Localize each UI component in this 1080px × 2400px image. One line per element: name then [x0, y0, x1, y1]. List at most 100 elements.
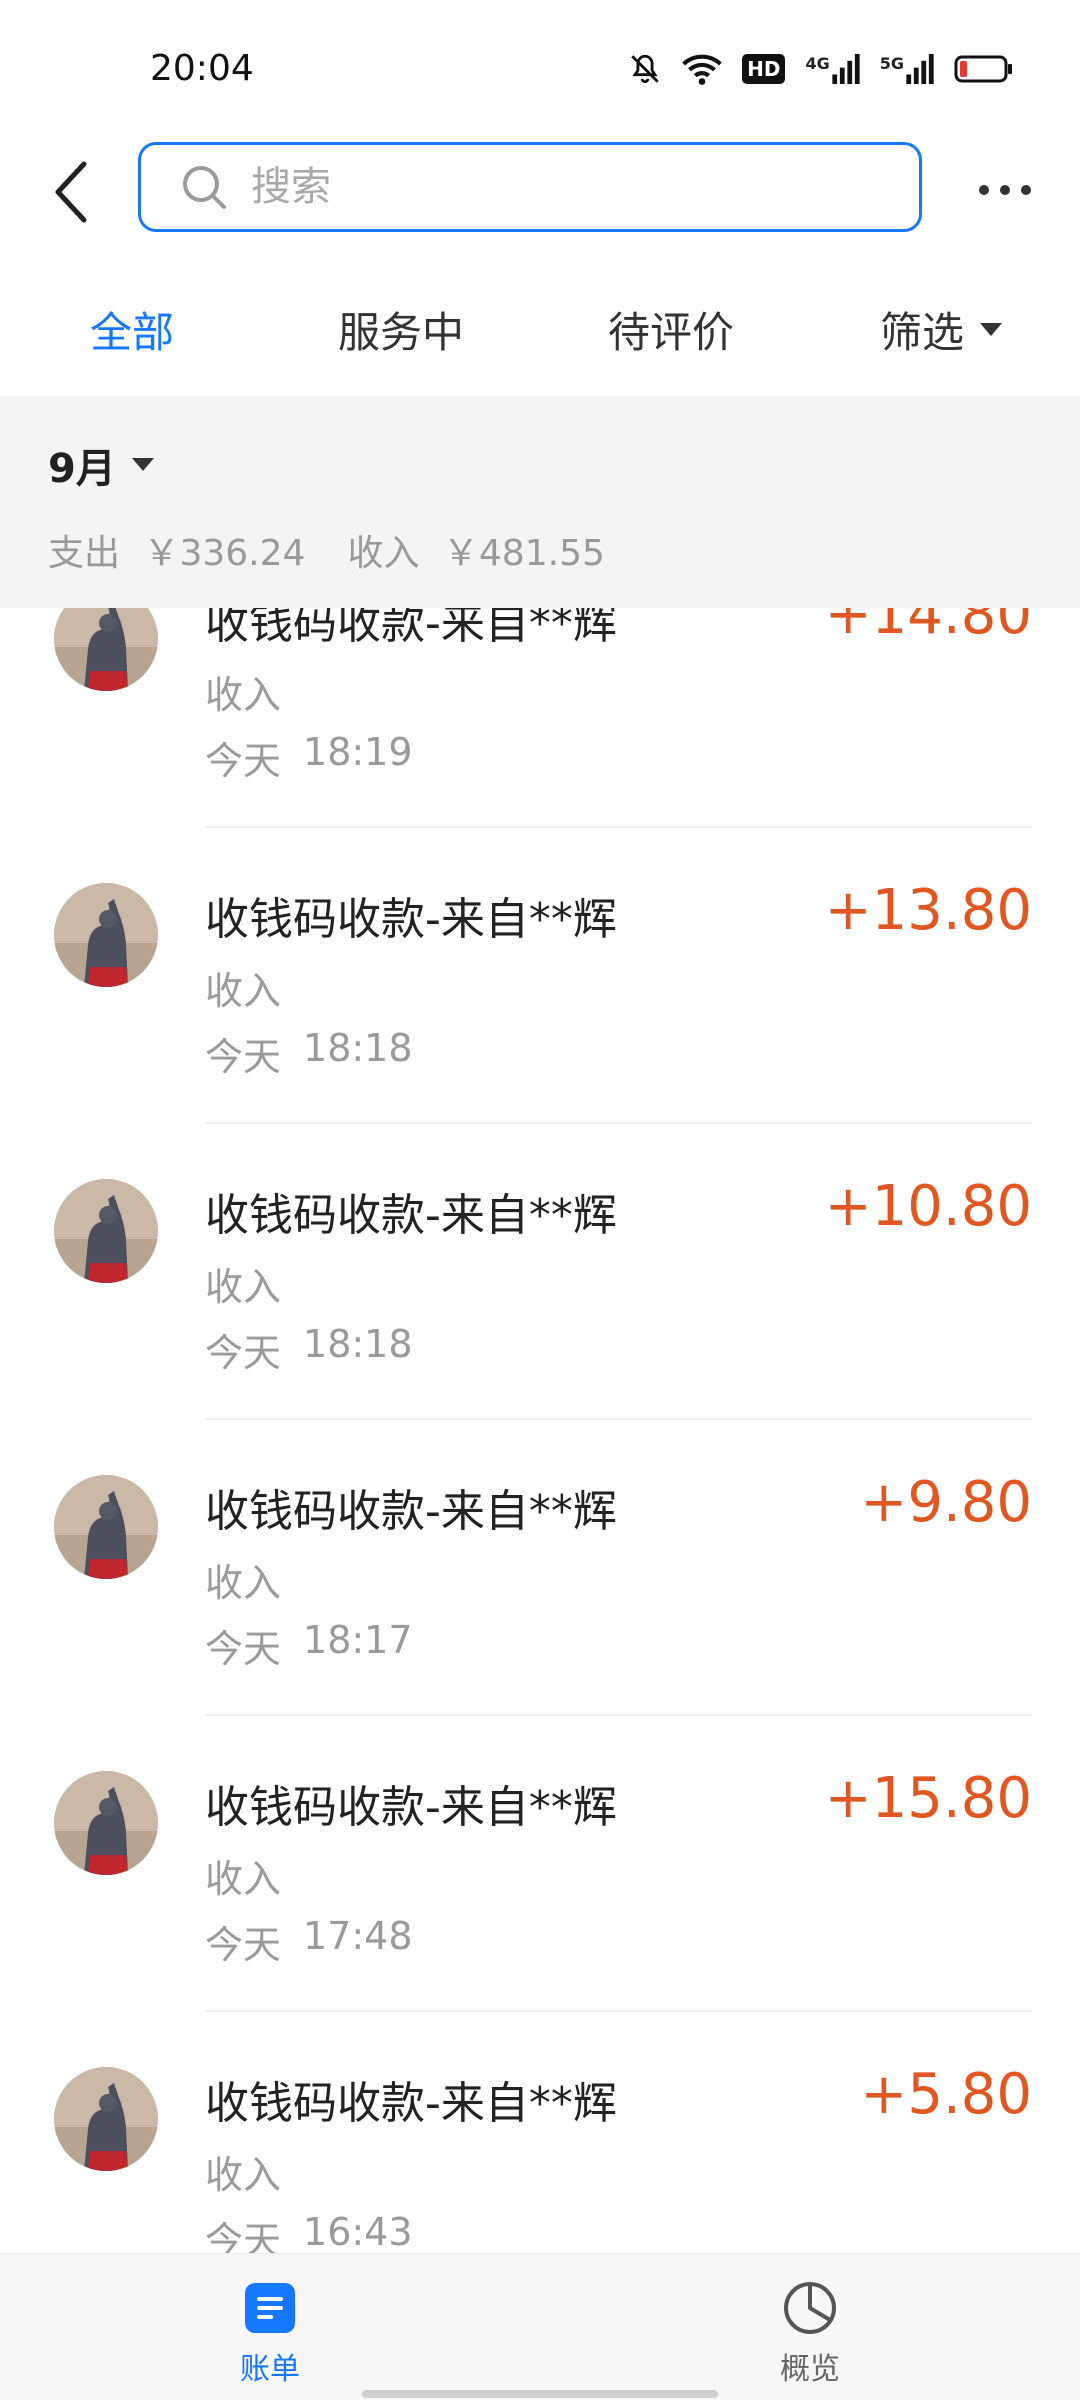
- bill-list-screen: 20:04 HD 4G 5G 搜索 全部 服务中 待评价 筛选 9月 支出 ￥3…: [0, 0, 1080, 2400]
- transaction-amount: +13.80: [824, 878, 1032, 943]
- hd-label: HD: [747, 57, 781, 81]
- back-button[interactable]: [40, 152, 100, 232]
- transaction-title: 收钱码收款-来自**辉: [205, 1486, 617, 1537]
- nav-overview[interactable]: 概览: [740, 2280, 880, 2388]
- transaction-row[interactable]: 收钱码收款-来自**辉收入今天 17:48 +15.80: [0, 1716, 1080, 2012]
- transaction-time: 今天 16:43: [205, 2210, 413, 2253]
- nav-bill[interactable]: 账单: [200, 2280, 340, 2388]
- transaction-row[interactable]: 收钱码收款-来自**辉收入今天 18:18 +13.80: [0, 828, 1080, 1124]
- more-dots-icon: [979, 185, 1031, 195]
- transaction-title: 收钱码收款-来自**辉: [205, 894, 617, 945]
- avatar-image: [54, 883, 158, 987]
- transaction-day: 今天: [205, 2219, 282, 2253]
- bill-icon: [245, 2283, 295, 2333]
- home-indicator[interactable]: [362, 2390, 718, 2398]
- transaction-title: 收钱码收款-来自**辉: [205, 1190, 617, 1241]
- transaction-day: 今天: [205, 1035, 282, 1079]
- search-icon: [183, 166, 226, 209]
- transaction-list[interactable]: 收钱码收款-来自**辉 收入 今天 18:19 +14.80 收钱码收款-来自**辉 收入今…: [0, 608, 1080, 2253]
- transaction-amount: +9.80: [860, 1470, 1032, 1535]
- income-value: ￥481.55: [442, 533, 605, 574]
- transaction-amount: +14.80: [824, 608, 1032, 647]
- status-time: 20:04: [150, 48, 254, 89]
- mute-bell-icon: [628, 52, 662, 86]
- status-icons: HD 4G 5G: [628, 52, 1014, 86]
- transaction-time: 今天 17:48: [205, 1914, 413, 1969]
- income-total: 收入 ￥481.55: [347, 524, 604, 576]
- caret-down-icon: [131, 458, 154, 471]
- transaction-clock: 17:48: [303, 1914, 413, 1958]
- avatar: [54, 2067, 158, 2171]
- caret-down-icon: [980, 322, 1003, 336]
- transaction-time: 今天 18:17: [205, 1618, 413, 1673]
- tab-in-service[interactable]: 服务中: [338, 299, 464, 360]
- income-label: 收入: [347, 533, 420, 574]
- transaction-clock: 18:17: [303, 1618, 413, 1662]
- transaction-day: 今天: [205, 1331, 282, 1375]
- transaction-type: 收入: [205, 1265, 282, 1309]
- chevron-left-icon: [55, 161, 87, 223]
- month-summary: 9月 支出 ￥336.24 收入 ￥481.55: [0, 396, 1080, 608]
- transaction-amount: +15.80: [824, 1766, 1032, 1831]
- tab-filter[interactable]: 筛选: [880, 299, 1003, 360]
- transaction-time: 今天 18:18: [205, 1026, 413, 1081]
- filter-tabs: 全部 服务中 待评价 筛选: [0, 275, 1080, 395]
- month-selector[interactable]: 9月: [48, 436, 154, 494]
- transaction-type: 收入: [205, 969, 282, 1013]
- 5g-label: 5G: [879, 54, 904, 73]
- summary-totals: 支出 ￥336.24 收入 ￥481.55: [48, 524, 605, 576]
- status-bar: 20:04 HD 4G 5G: [0, 0, 1080, 130]
- transaction-type: 收入: [205, 1561, 282, 1605]
- 4g-signal-icon: 4G: [805, 54, 860, 84]
- expense-value: ￥336.24: [143, 533, 306, 574]
- transaction-clock: 18:18: [303, 1026, 413, 1070]
- more-button[interactable]: [970, 160, 1040, 220]
- transaction-row[interactable]: 收钱码收款-来自**辉收入今天 16:43 +5.80: [0, 2012, 1080, 2253]
- 4g-label: 4G: [805, 54, 830, 73]
- transaction-amount: +5.80: [860, 2062, 1032, 2127]
- transaction-clock: 18:19: [303, 730, 413, 774]
- transaction-type: 收入: [205, 1857, 282, 1901]
- 5g-signal-icon: 5G: [880, 54, 934, 84]
- transaction-row[interactable]: 收钱码收款-来自**辉 收入今天 18:19 +14.80: [0, 608, 1080, 828]
- avatar-image: [54, 1771, 158, 1875]
- tab-to-review[interactable]: 待评价: [608, 299, 734, 360]
- tab-all[interactable]: 全部: [90, 299, 174, 360]
- transaction-amount: +10.80: [824, 1174, 1032, 1239]
- transaction-title: 收钱码收款-来自**辉: [205, 608, 617, 649]
- transaction-time: 今天 18:18: [205, 1322, 413, 1377]
- expense-total: 支出 ￥336.24: [48, 524, 305, 576]
- search-input[interactable]: [249, 163, 889, 211]
- avatar: [54, 1475, 158, 1579]
- bottom-nav: 账单 概览: [0, 2253, 1080, 2400]
- transaction-day: 今天: [205, 739, 282, 783]
- transaction-row[interactable]: 收钱码收款-来自**辉收入今天 18:17 +9.80: [0, 1420, 1080, 1716]
- transaction-day: 今天: [205, 1923, 282, 1967]
- tab-filter-label: 筛选: [880, 308, 965, 357]
- transaction-clock: 16:43: [303, 2210, 413, 2253]
- header: [0, 130, 1080, 255]
- search-box[interactable]: [138, 142, 922, 232]
- transaction-title: 收钱码收款-来自**辉: [205, 1782, 617, 1833]
- transaction-row[interactable]: 收钱码收款-来自**辉收入今天 18:18 +10.80: [0, 1124, 1080, 1420]
- transaction-type: 收入: [205, 2153, 282, 2197]
- avatar-image: [54, 2067, 158, 2171]
- nav-overview-label: 概览: [780, 2352, 840, 2387]
- avatar-image: [54, 608, 158, 691]
- pie-chart-icon: [784, 2282, 836, 2334]
- avatar-image: [54, 1475, 158, 1579]
- avatar: [54, 608, 158, 691]
- transaction-type: 收入: [205, 673, 282, 717]
- avatar: [54, 1771, 158, 1875]
- avatar: [54, 883, 158, 987]
- transaction-time: 今天 18:19: [205, 730, 413, 785]
- avatar-image: [54, 1179, 158, 1283]
- nav-bill-label: 账单: [240, 2352, 300, 2387]
- transaction-list-inner: 收钱码收款-来自**辉 收入 今天 18:19 +14.80 收钱码收款-来自**辉 收入今…: [0, 608, 1080, 2253]
- transaction-day: 今天: [205, 1627, 282, 1671]
- month-label: 9月: [48, 446, 116, 492]
- transaction-title: 收钱码收款-来自**辉: [205, 2078, 617, 2129]
- expense-label: 支出: [48, 533, 121, 574]
- avatar: [54, 1179, 158, 1283]
- hd-icon: HD: [742, 54, 786, 84]
